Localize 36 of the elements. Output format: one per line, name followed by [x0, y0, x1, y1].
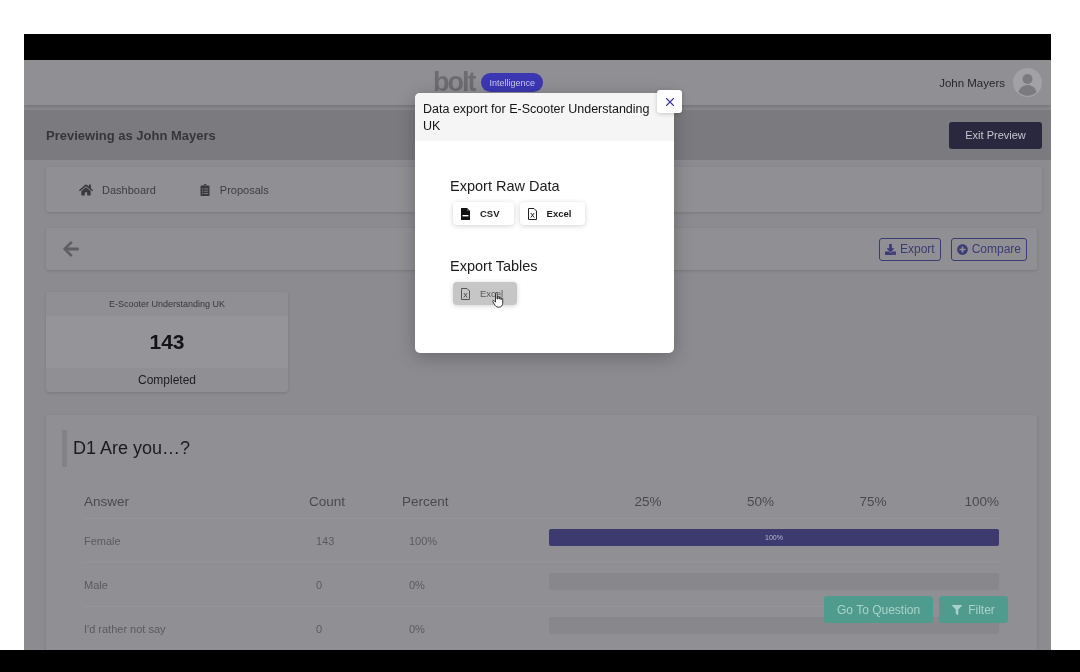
- preview-text: Previewing as John Mayers: [46, 127, 216, 143]
- filter-icon: [952, 604, 963, 615]
- user-name: John Mayers: [939, 76, 1005, 89]
- stat-title: E-Scooter Understanding UK: [107, 298, 227, 311]
- filter-button[interactable]: Filter: [939, 596, 1008, 623]
- csv-button[interactable]: CSV: [453, 202, 514, 225]
- file-x-icon: [527, 207, 537, 220]
- toolbar-button[interactable]: Export: [878, 237, 941, 261]
- nav-link[interactable]: Proposals: [198, 183, 269, 196]
- stat-label: Completed: [137, 372, 197, 389]
- download-icon: [884, 243, 896, 255]
- back-arrow-icon[interactable]: [62, 240, 80, 258]
- section-heading: Export Tables: [450, 257, 538, 275]
- toolbar-button[interactable]: Compare: [950, 237, 1027, 261]
- close-button[interactable]: [657, 90, 682, 113]
- dialog-title: Data export for E-Scooter Understanding UK: [423, 101, 650, 135]
- scale-label: 25%: [634, 494, 662, 509]
- column-header: Percent: [402, 494, 449, 509]
- nav-link[interactable]: Dashboard: [79, 182, 156, 197]
- intelligence-badge: Intelligence: [481, 73, 544, 92]
- column-header: Count: [309, 494, 346, 509]
- excel-button[interactable]: Excel: [519, 202, 586, 225]
- scale-label: 75%: [859, 494, 887, 509]
- go-to-question-button[interactable]: Go To Question: [824, 596, 934, 623]
- question-title: D1 Are you…?: [62, 430, 191, 467]
- home-icon: [79, 182, 93, 197]
- avatar-icon[interactable]: [1013, 68, 1042, 97]
- exit-preview-button[interactable]: Exit Preview: [949, 121, 1042, 149]
- column-header: Answer: [84, 494, 129, 509]
- scale-label: 50%: [746, 494, 774, 509]
- scale-label: 100%: [964, 494, 999, 509]
- stat-value: 143: [46, 316, 288, 368]
- file-icon: [461, 207, 470, 220]
- clipboard-icon: [198, 183, 211, 196]
- file-x-icon: [461, 287, 470, 300]
- section-heading: Export Raw Data: [450, 177, 560, 195]
